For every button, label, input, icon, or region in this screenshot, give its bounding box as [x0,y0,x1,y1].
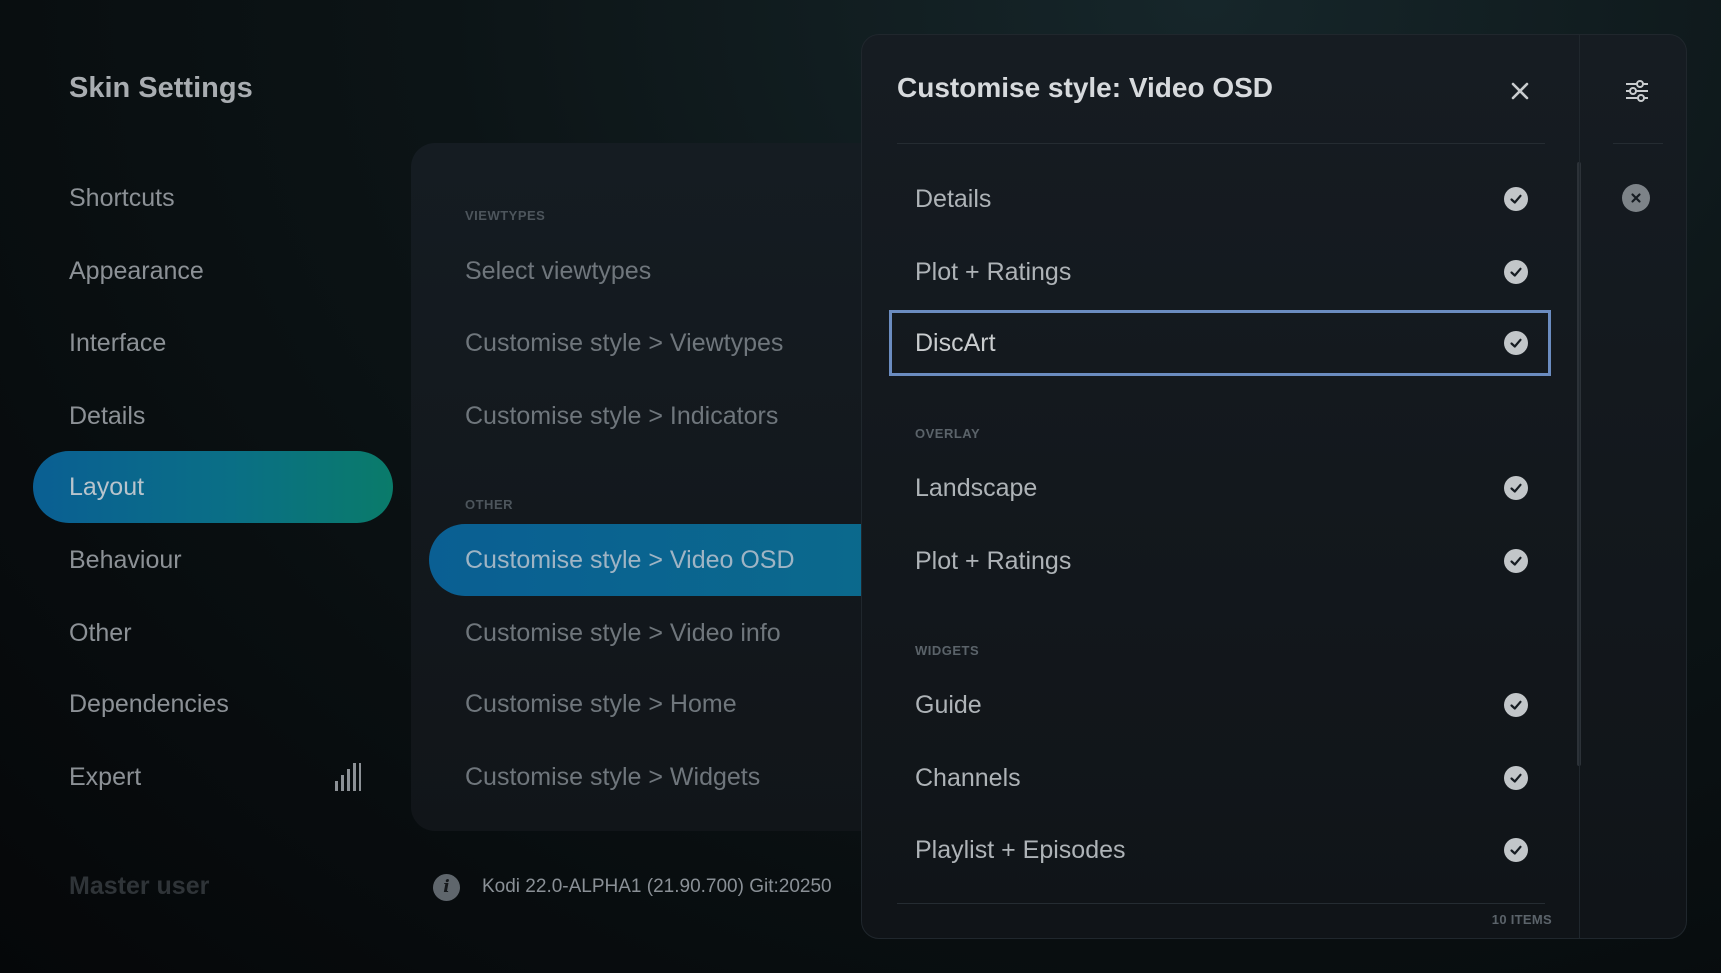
info-icon: i [433,873,460,901]
sidebar-item-interface[interactable]: Interface [33,307,393,379]
option-discart[interactable]: DiscArt [889,310,1551,376]
dialog-divider [897,903,1545,904]
settings-item-style-home[interactable]: Customise style > Home [429,668,899,740]
check-icon [1504,693,1528,717]
option-label: Playlist + Episodes [915,835,1126,864]
sidebar-item-label: Behaviour [69,545,182,574]
close-button[interactable] [1502,73,1538,109]
app-title: Skin Settings [69,72,253,104]
master-user-label: Master user [69,872,210,900]
sidebar-item-label: Shortcuts [69,183,175,212]
check-icon [1504,476,1528,500]
option-label: Plot + Ratings [915,257,1072,286]
sidebar-item-details[interactable]: Details [33,380,393,452]
settings-item-style-video-info[interactable]: Customise style > Video info [429,597,899,669]
settings-item-label: Customise style > Viewtypes [465,328,784,357]
section-header-viewtypes: VIEWTYPES [465,208,546,223]
remove-circle-icon [1631,193,1641,203]
settings-item-label: Customise style > Indicators [465,401,779,430]
check-icon [1504,260,1528,284]
settings-item-label: Customise style > Video OSD [465,545,795,574]
sidebar-item-label: Appearance [69,256,204,285]
sidebar-item-label: Expert [69,762,142,791]
sidebar-item-expert[interactable]: Expert [33,741,393,813]
sidebar-item-behaviour[interactable]: Behaviour [33,524,393,596]
option-label: Guide [915,690,982,719]
sidebar-item-appearance[interactable]: Appearance [33,235,393,307]
sidebar-item-label: Other [69,618,132,647]
check-icon [1504,766,1528,790]
settings-item-label: Customise style > Widgets [465,762,761,791]
version-text: Kodi 22.0-ALPHA1 (21.90.700) Git:20250 [482,876,832,897]
sliders-icon [1626,80,1648,102]
dialog-side-divider [1579,35,1580,938]
settings-item-label: Select viewtypes [465,256,652,285]
option-channels[interactable]: Channels [889,745,1551,811]
signal-bars-icon [335,763,362,791]
settings-item-style-video-osd[interactable]: Customise style > Video OSD [429,524,899,596]
sidebar-item-dependencies[interactable]: Dependencies [33,668,393,740]
settings-item-select-viewtypes[interactable]: Select viewtypes [429,235,899,307]
option-label: Landscape [915,473,1038,502]
dialog-title: Customise style: Video OSD [897,72,1274,103]
check-icon [1504,331,1528,355]
close-icon [1511,82,1529,100]
option-label: Channels [915,763,1021,792]
check-icon [1504,838,1528,862]
option-label: Plot + Ratings [915,546,1072,575]
section-header-other: OTHER [465,497,513,512]
sidebar-item-label: Layout [69,472,145,501]
settings-item-label: Customise style > Video info [465,618,781,647]
option-plot-ratings[interactable]: Plot + Ratings [889,239,1551,305]
sidebar-item-layout[interactable]: Layout [33,451,393,523]
settings-item-style-widgets[interactable]: Customise style > Widgets [429,741,899,813]
settings-item-style-indicators[interactable]: Customise style > Indicators [429,380,899,452]
check-icon [1504,187,1528,211]
option-label: DiscArt [915,328,996,357]
option-details[interactable]: Details [889,166,1551,232]
option-plot-ratings-overlay[interactable]: Plot + Ratings [889,528,1551,594]
option-label: Details [915,184,992,213]
customise-style-dialog: Customise style: Video OSD Details Plot … [861,34,1687,939]
sidebar-item-label: Interface [69,328,167,357]
remove-button[interactable] [1622,184,1650,212]
sidebar-item-label: Dependencies [69,689,229,718]
items-count: 10 ITEMS [1491,912,1552,927]
side-divider [1613,143,1663,144]
sidebar-item-shortcuts[interactable]: Shortcuts [33,162,393,234]
settings-item-label: Customise style > Home [465,689,737,718]
section-header-widgets: WIDGETS [915,643,980,658]
option-guide[interactable]: Guide [889,672,1551,738]
section-header-overlay: OVERLAY [915,426,981,441]
dialog-divider [897,143,1545,144]
sidebar-item-label: Details [69,401,146,430]
check-icon [1504,549,1528,573]
option-landscape[interactable]: Landscape [889,455,1551,521]
option-playlist-episodes[interactable]: Playlist + Episodes [889,817,1551,883]
version-info: i Kodi 22.0-ALPHA1 (21.90.700) Git:20250 [433,872,902,902]
sidebar-item-other[interactable]: Other [33,597,393,669]
settings-button[interactable] [1619,73,1655,109]
settings-item-style-viewtypes[interactable]: Customise style > Viewtypes [429,307,899,379]
